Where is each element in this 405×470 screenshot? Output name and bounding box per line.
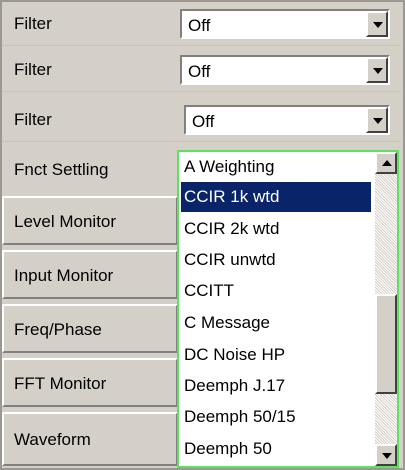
fnct-settling-row: Fnct Settling <box>2 146 176 197</box>
filter-label: Filter <box>14 60 52 79</box>
scrollbar-thumb[interactable] <box>375 294 397 394</box>
chevron-down-icon[interactable] <box>366 11 388 37</box>
filter-label: Filter <box>14 110 52 129</box>
dropdown-option[interactable]: CCIR 2k wtd <box>181 214 371 244</box>
fft-monitor-button[interactable]: FFT Monitor <box>2 358 178 407</box>
dropdown-option[interactable]: Deemph 50/15 <box>181 402 371 432</box>
chevron-down-icon[interactable] <box>366 57 388 83</box>
scroll-down-arrow-icon[interactable] <box>375 444 397 466</box>
filter-row: Filter Off <box>2 48 401 92</box>
level-monitor-label: Level Monitor <box>14 212 117 231</box>
fft-monitor-label: FFT Monitor <box>14 374 107 393</box>
freq-phase-button[interactable]: Freq/Phase <box>2 304 178 353</box>
filter-select-value: Off <box>188 16 211 35</box>
dropdown-option[interactable]: C Message <box>181 308 371 338</box>
filter-label: Filter <box>14 14 52 33</box>
filter-dropdown-list[interactable]: A Weighting CCIR 1k wtd CCIR 2k wtd CCIR… <box>177 150 399 468</box>
scroll-up-arrow-icon[interactable] <box>375 152 397 174</box>
filter-select-value: Off <box>188 62 211 81</box>
waveform-button[interactable]: Waveform <box>2 412 178 466</box>
filter-select-value: Off <box>192 112 215 131</box>
dropdown-option[interactable]: Deemph 50 <box>181 434 371 464</box>
dropdown-option[interactable]: Deemph J.17 <box>181 371 371 401</box>
chevron-down-icon[interactable] <box>366 107 388 133</box>
filter-select[interactable]: Off <box>180 55 390 85</box>
fnct-settling-label: Fnct Settling <box>14 160 109 179</box>
waveform-label: Waveform <box>14 430 91 449</box>
dropdown-option[interactable]: DC Noise HP <box>181 340 371 370</box>
dropdown-option[interactable]: A Weighting <box>181 152 371 182</box>
input-monitor-button[interactable]: Input Monitor <box>2 250 178 299</box>
filter-select[interactable]: Off <box>184 105 390 135</box>
dropdown-option-selected[interactable]: CCIR 1k wtd <box>181 182 371 212</box>
input-monitor-label: Input Monitor <box>14 266 114 285</box>
dropdown-option[interactable]: CCIR unwtd <box>181 245 371 275</box>
freq-phase-label: Freq/Phase <box>14 320 102 339</box>
dropdown-option[interactable]: CCITT <box>181 276 371 306</box>
filter-row: Filter Off <box>2 98 401 142</box>
filter-row: Filter Off <box>2 2 401 46</box>
dropdown-scrollbar[interactable] <box>375 152 397 466</box>
level-monitor-button[interactable]: Level Monitor <box>2 196 178 245</box>
filter-select[interactable]: Off <box>180 9 390 39</box>
